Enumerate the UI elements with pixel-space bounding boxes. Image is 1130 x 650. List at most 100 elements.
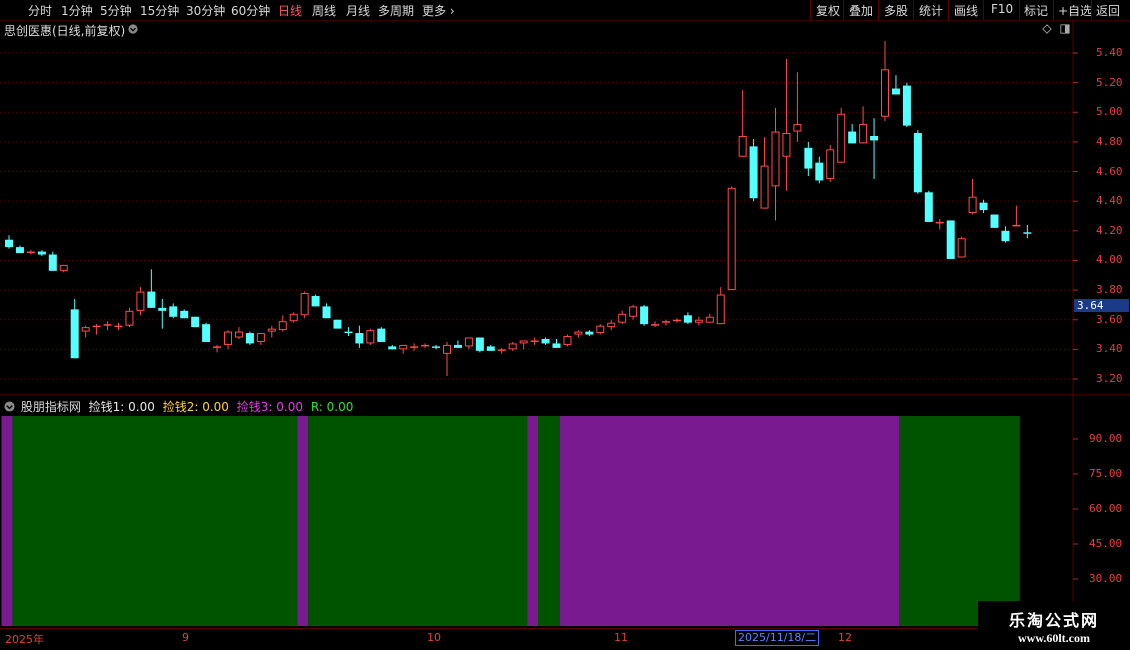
mark-button[interactable]: 标记 bbox=[1024, 2, 1048, 19]
candle-body bbox=[957, 238, 966, 258]
period-tab-intraday[interactable]: 分时 bbox=[28, 2, 52, 19]
candlestick-chart[interactable] bbox=[0, 21, 1130, 396]
candle-body bbox=[837, 113, 846, 163]
candle-body bbox=[607, 322, 616, 328]
candle bbox=[103, 321, 112, 331]
candle-body bbox=[640, 306, 649, 325]
candle bbox=[694, 316, 703, 326]
f10-button[interactable]: F10 bbox=[991, 2, 1013, 16]
candle bbox=[366, 328, 375, 345]
candle-body bbox=[738, 135, 747, 157]
candle-body bbox=[848, 131, 857, 144]
candle-body bbox=[453, 344, 462, 348]
indicator-chart[interactable] bbox=[0, 396, 1130, 628]
candle bbox=[749, 138, 758, 202]
candle bbox=[891, 75, 900, 95]
period-tab-1min[interactable]: 1分钟 bbox=[61, 2, 93, 19]
multi-stock-button[interactable]: 多股 bbox=[884, 2, 908, 19]
restore-rights-button[interactable]: 复权 bbox=[816, 2, 840, 19]
candle-body bbox=[870, 135, 879, 141]
candle bbox=[224, 330, 232, 350]
candle-body bbox=[267, 328, 276, 332]
period-tab-15min[interactable]: 15分钟 bbox=[140, 2, 179, 19]
candle-body bbox=[902, 85, 911, 126]
candle bbox=[245, 331, 254, 345]
candle-body bbox=[618, 313, 627, 323]
candle-body bbox=[968, 196, 977, 214]
statistics-button[interactable]: 统计 bbox=[919, 2, 943, 19]
candle bbox=[683, 312, 692, 325]
candle-body bbox=[1012, 224, 1021, 227]
candle-body bbox=[760, 165, 769, 209]
candle-body bbox=[935, 221, 944, 224]
candle bbox=[651, 321, 660, 328]
candle-body bbox=[486, 346, 495, 351]
candle bbox=[902, 82, 911, 128]
candle bbox=[322, 303, 331, 319]
period-tab-weekly[interactable]: 周线 bbox=[312, 2, 336, 19]
watermark-title: 乐淘公式网 bbox=[1008, 611, 1099, 630]
candle bbox=[344, 327, 353, 337]
date-label-year: 2025年 bbox=[5, 633, 44, 646]
draw-line-button[interactable]: 画线 bbox=[954, 2, 978, 19]
candle-body bbox=[311, 296, 320, 307]
period-tab-multi[interactable]: 多周期 bbox=[378, 2, 414, 19]
candle bbox=[432, 344, 441, 350]
candle-body bbox=[804, 147, 813, 169]
candle-body bbox=[410, 346, 419, 348]
candle-body bbox=[574, 331, 583, 335]
candle-body bbox=[26, 251, 35, 254]
candle-body bbox=[782, 133, 791, 157]
candle-body bbox=[344, 331, 353, 334]
candle bbox=[793, 72, 802, 142]
candle bbox=[114, 322, 123, 331]
period-tab-daily[interactable]: 日线 bbox=[278, 2, 302, 19]
candle-body bbox=[672, 319, 681, 322]
candle-body bbox=[48, 254, 57, 271]
candle-body bbox=[530, 340, 539, 342]
indicator-band bbox=[899, 416, 1020, 626]
candle bbox=[497, 347, 506, 354]
candle-body bbox=[278, 321, 287, 331]
overlay-button[interactable]: 叠加 bbox=[849, 2, 873, 19]
candle-body bbox=[683, 315, 692, 323]
period-tab-60min[interactable]: 60分钟 bbox=[231, 2, 270, 19]
indicator-band bbox=[12, 416, 298, 626]
candle-body bbox=[234, 331, 243, 338]
add-watchlist-button[interactable]: +自选 bbox=[1058, 2, 1092, 19]
candle-body bbox=[92, 325, 101, 328]
candle-body bbox=[300, 293, 309, 316]
candle bbox=[815, 156, 824, 184]
more-periods-label: 更多 bbox=[422, 4, 447, 18]
indicator-tick-label: 60.00 bbox=[1089, 502, 1123, 515]
period-tab-monthly[interactable]: 月线 bbox=[346, 2, 370, 19]
candle bbox=[464, 337, 473, 350]
candle bbox=[596, 324, 605, 335]
candle bbox=[147, 269, 156, 308]
candle-body bbox=[497, 349, 506, 351]
candle-body bbox=[946, 220, 955, 259]
candle-body bbox=[771, 131, 780, 187]
candle bbox=[213, 344, 222, 353]
period-tab-30min[interactable]: 30分钟 bbox=[186, 2, 225, 19]
candle-body bbox=[191, 316, 200, 328]
candle bbox=[848, 124, 857, 144]
candle bbox=[169, 303, 178, 319]
candle-body bbox=[585, 331, 594, 335]
candle bbox=[443, 341, 451, 377]
candle bbox=[81, 325, 90, 338]
more-periods-button[interactable]: 更多 › bbox=[422, 2, 455, 19]
candle-body bbox=[716, 294, 725, 325]
period-tab-5min[interactable]: 5分钟 bbox=[100, 2, 132, 19]
candle bbox=[607, 319, 616, 331]
candle bbox=[716, 287, 725, 325]
candle bbox=[771, 107, 780, 221]
candle bbox=[519, 340, 528, 350]
candle-body bbox=[147, 291, 156, 308]
candle-body bbox=[136, 291, 145, 311]
candle bbox=[278, 315, 287, 332]
candle bbox=[1012, 205, 1021, 227]
candle bbox=[355, 325, 364, 348]
back-button[interactable]: 返回 bbox=[1096, 2, 1120, 19]
candle bbox=[136, 287, 145, 316]
